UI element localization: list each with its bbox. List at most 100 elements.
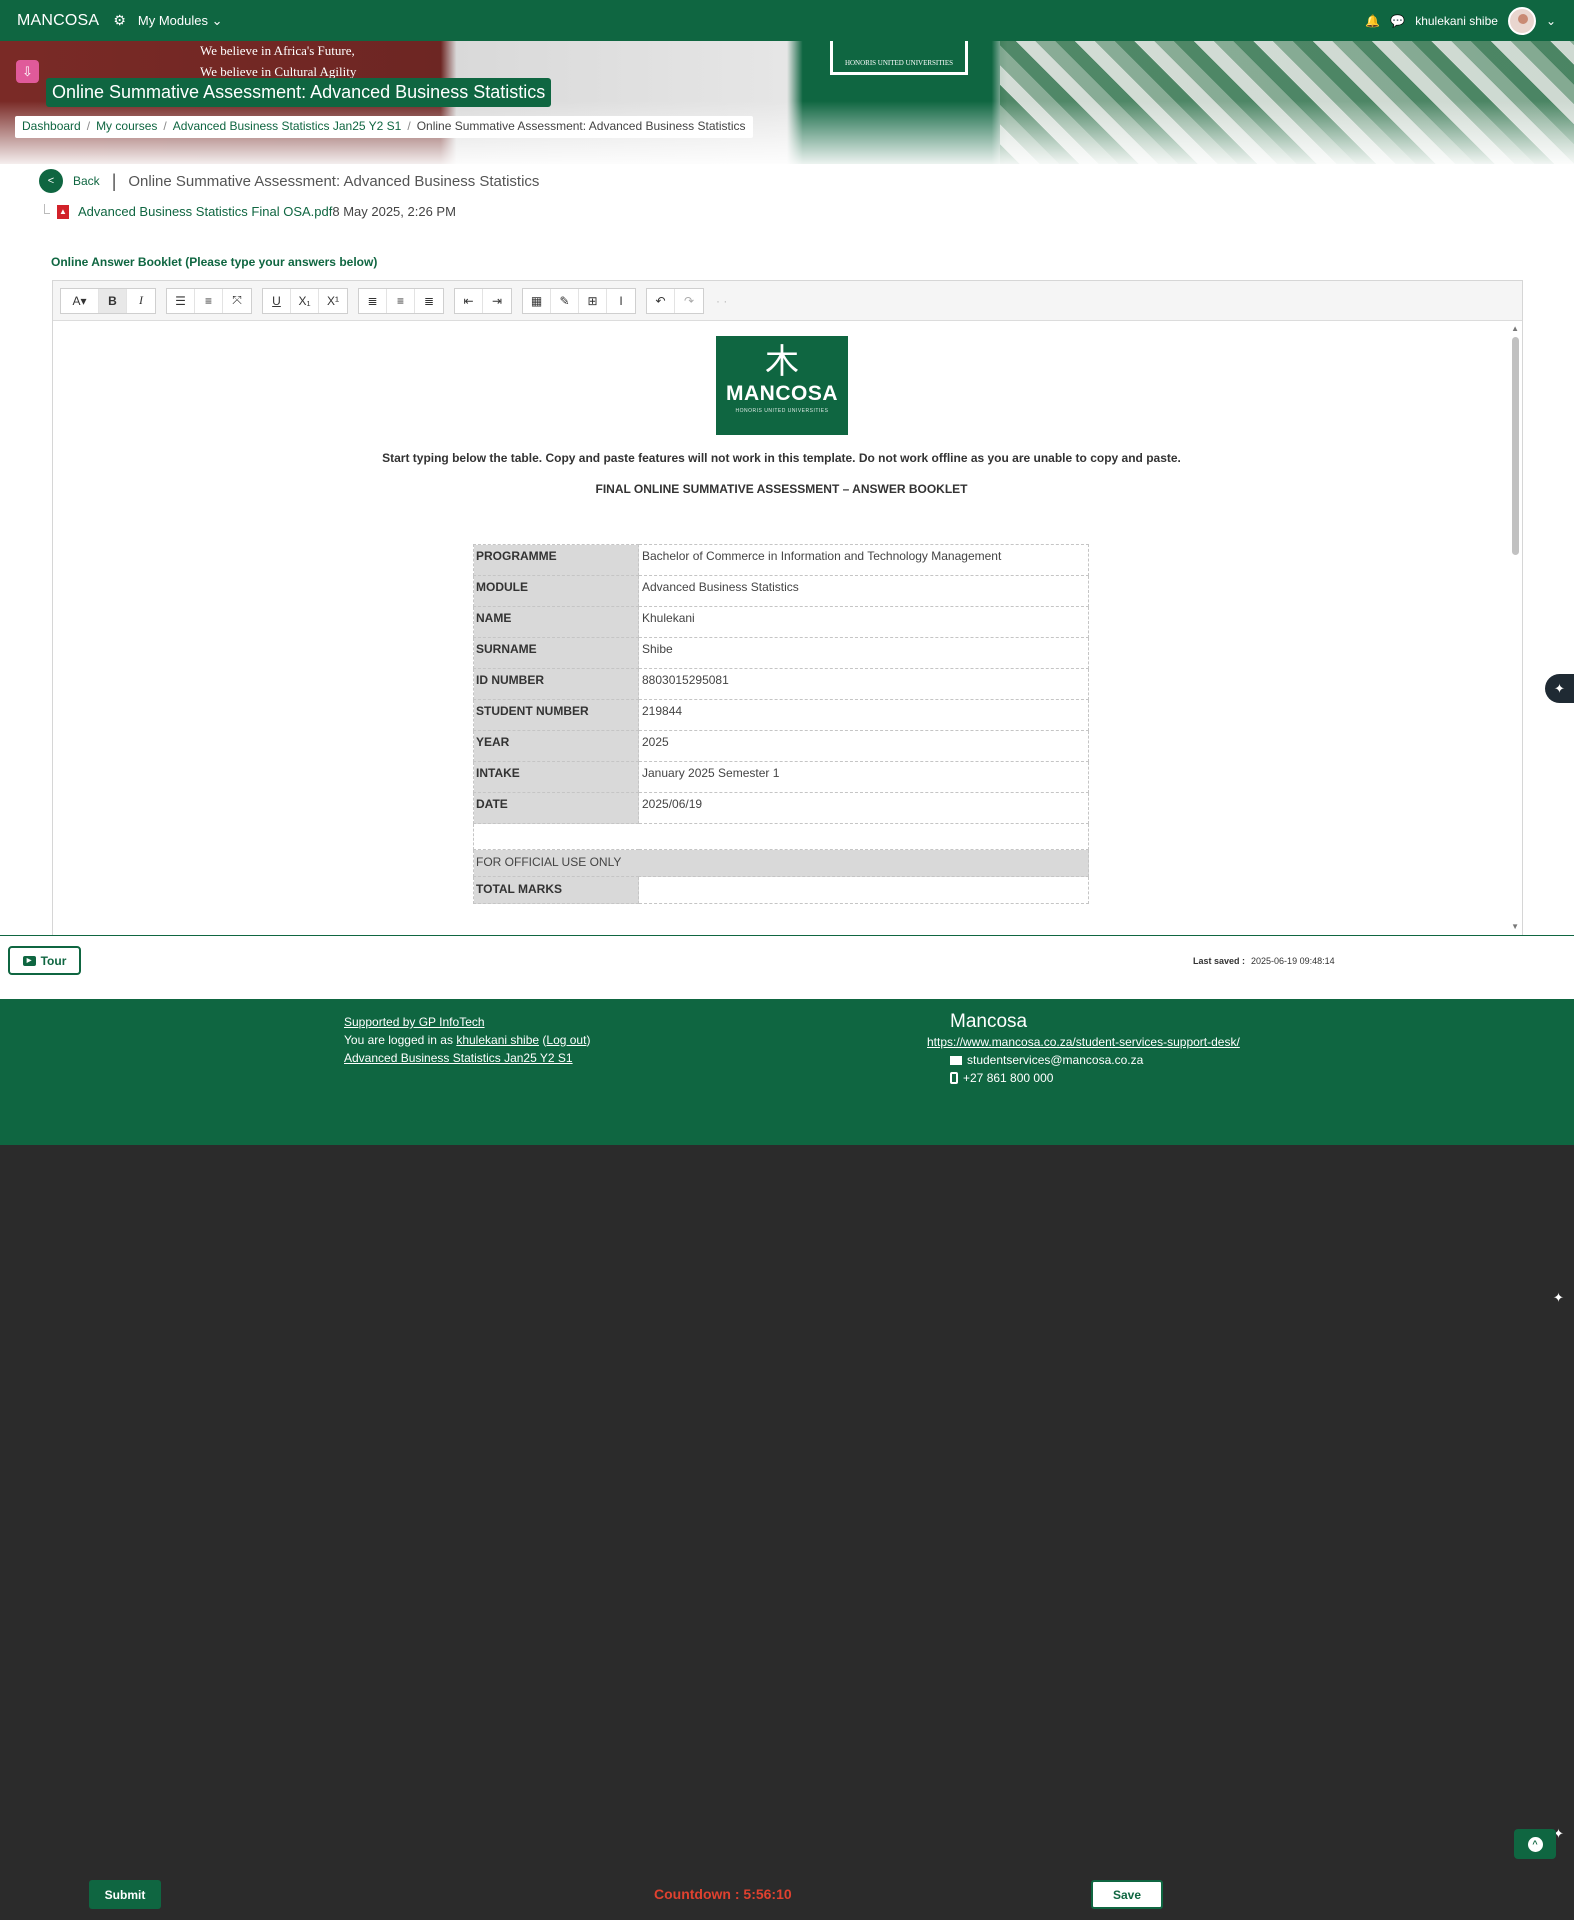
breadcrumb-course[interactable]: Advanced Business Statistics Jan25 Y2 S1 [173, 119, 402, 135]
indent-icon[interactable]: ⇥ [483, 289, 511, 313]
tour-button[interactable]: ▶ Tour [8, 946, 81, 975]
breadcrumb: Dashboard / My courses / Advanced Busine… [15, 116, 753, 138]
footer-email-line: studentservices@mancosa.co.za [950, 1051, 1240, 1069]
info-value[interactable]: 2025/06/19 [638, 792, 1089, 824]
info-label: ID NUMBER [473, 668, 639, 700]
scrollbar-thumb[interactable] [1512, 337, 1519, 555]
info-value[interactable]: January 2025 Semester 1 [638, 761, 1089, 793]
logged-in-prefix: You are logged in as [344, 1033, 453, 1047]
numbered-list-icon[interactable]: ≡ [195, 288, 223, 313]
text-cursor-icon[interactable]: I [607, 289, 635, 313]
info-value[interactable]: 219844 [638, 699, 1089, 731]
chat-icon[interactable]: 💬 [1390, 14, 1405, 28]
info-label: NAME [473, 606, 639, 638]
fullscreen-icon[interactable]: ⤧ [223, 289, 251, 313]
toolbar-group: ☰ ≡ ⤧ [166, 287, 252, 314]
banner-text-line1: We believe in Africa's Future, [200, 43, 355, 58]
back-link[interactable]: Back [73, 174, 100, 188]
answer-booklet-label: Online Answer Booklet (Please type your … [51, 255, 378, 269]
toolbar-group: ↶ ↷ [646, 287, 704, 314]
info-value[interactable]: Shibe [638, 637, 1089, 669]
chevron-down-icon[interactable]: ⌄ [1546, 14, 1556, 28]
footer-email[interactable]: studentservices@mancosa.co.za [967, 1051, 1143, 1069]
text-style-icon[interactable]: A▾ [61, 288, 99, 313]
table-row: SURNAME Shibe [473, 637, 1089, 669]
info-value[interactable]: Advanced Business Statistics [638, 575, 1089, 607]
table-row: NAME Khulekani [473, 606, 1089, 638]
course-link[interactable]: Advanced Business Statistics Jan25 Y2 S1 [344, 1051, 573, 1065]
italic-icon[interactable]: I [127, 289, 155, 313]
save-button[interactable]: Save [1091, 1880, 1163, 1909]
edit-icon[interactable]: ✎ [551, 288, 579, 313]
table-icon[interactable]: ⊞ [579, 288, 607, 313]
table-row: MODULE Advanced Business Statistics [473, 575, 1089, 607]
calculator-icon[interactable]: ▦ [523, 288, 551, 313]
align-right-icon[interactable]: ≣ [415, 289, 443, 313]
bold-icon[interactable]: B [99, 288, 127, 313]
table-row: DATE 2025/06/19 [473, 792, 1089, 824]
subscript-icon[interactable]: X₁ [291, 288, 319, 313]
bell-icon[interactable]: 🔔 [1365, 14, 1380, 28]
chevron-up-icon: ^ [1527, 1836, 1543, 1852]
page-footer: Supported by GP InfoTech You are logged … [0, 999, 1574, 1145]
ai-assistant-icon[interactable]: ✦ [1545, 674, 1574, 703]
last-saved-time: 2025-06-19 09:48:14 [1251, 956, 1335, 966]
footer-phone-line: +27 861 800 000 [950, 1069, 1240, 1087]
info-label: DATE [473, 792, 639, 824]
rich-text-editor[interactable]: A▾ B I ☰ ≡ ⤧ U X₁ X¹ ≣ ≡ ≣ ⇤ ⇥ ▦ ✎ ⊞ I ↶… [52, 280, 1523, 936]
table-row [473, 823, 1089, 850]
breadcrumb-separator: / [163, 119, 167, 133]
align-left-icon[interactable]: ≣ [359, 288, 387, 313]
user-name[interactable]: khulekani shibe [1415, 14, 1498, 28]
info-value[interactable]: Bachelor of Commerce in Information and … [638, 544, 1089, 576]
brand-logo[interactable]: MANCOSA [17, 12, 99, 30]
align-center-icon[interactable]: ≡ [387, 288, 415, 313]
info-value[interactable]: 2025 [638, 730, 1089, 762]
scroll-down-icon[interactable]: ▼ [1511, 922, 1519, 931]
ai-assistant-icon[interactable]: ✦ [1553, 1290, 1564, 1306]
bullet-list-icon[interactable]: ☰ [167, 288, 195, 313]
page-title: Online Summative Assessment: Advanced Bu… [46, 78, 552, 107]
supported-by-link[interactable]: Supported by GP InfoTech [344, 1015, 485, 1029]
tour-label: Tour [40, 953, 67, 968]
mancosa-logo: ⽊ MANCOSA HONORIS UNITED UNIVERSITIES [716, 336, 848, 435]
redo-icon[interactable]: ↷ [675, 289, 703, 313]
play-icon: ▶ [22, 955, 36, 966]
breadcrumb-my-courses[interactable]: My courses [96, 119, 157, 135]
attachment-link[interactable]: Advanced Business Statistics Final OSA.p… [78, 204, 332, 219]
underline-icon[interactable]: U [263, 288, 291, 313]
submit-button[interactable]: Submit [89, 1880, 161, 1909]
back-icon[interactable]: < [39, 169, 63, 193]
logo-tree-icon: ⽊ [765, 343, 799, 381]
info-value[interactable]: Khulekani [638, 606, 1089, 638]
template-note: Start typing below the table. Copy and p… [382, 451, 1181, 465]
phone-icon [950, 1072, 958, 1084]
toolbar-more-icon[interactable]: · · [716, 294, 727, 308]
toolbar-group: ≣ ≡ ≣ [358, 287, 444, 314]
support-url-link[interactable]: https://www.mancosa.co.za/student-servic… [927, 1035, 1240, 1049]
superscript-icon[interactable]: X¹ [319, 289, 347, 313]
outdent-icon[interactable]: ⇤ [455, 288, 483, 313]
table-row: STUDENT NUMBER 219844 [473, 699, 1089, 731]
attachment-row: ▲ Advanced Business Statistics Final OSA… [44, 203, 456, 219]
avatar[interactable] [1507, 6, 1536, 35]
my-modules-dropdown[interactable]: My Modules ⌄ [138, 13, 223, 29]
last-saved-status: Last saved : 2025-06-19 09:48:14 [1193, 956, 1335, 966]
info-label: MODULE [473, 575, 639, 607]
user-profile-link[interactable]: khulekani shibe [456, 1033, 539, 1047]
booklet-heading: FINAL ONLINE SUMMATIVE ASSESSMENT – ANSW… [595, 482, 968, 496]
tree-connector [44, 203, 50, 214]
scroll-up-icon[interactable]: ▲ [1511, 324, 1519, 333]
scroll-to-top-button[interactable]: ^ [1514, 1829, 1556, 1859]
undo-icon[interactable]: ↶ [647, 288, 675, 313]
logout-link[interactable]: Log out [546, 1033, 586, 1047]
breadcrumb-dashboard[interactable]: Dashboard [22, 119, 81, 135]
breadcrumb-separator: / [407, 119, 411, 133]
table-row: YEAR 2025 [473, 730, 1089, 762]
my-modules-label: My Modules [137, 12, 208, 28]
blank-cell [473, 823, 1089, 850]
gears-icon[interactable]: ⚙ [113, 12, 126, 29]
total-marks-label: TOTAL MARKS [473, 876, 639, 904]
activity-title: Online Summative Assessment: Advanced Bu… [128, 172, 540, 190]
info-value[interactable]: 8803015295081 [638, 668, 1089, 700]
